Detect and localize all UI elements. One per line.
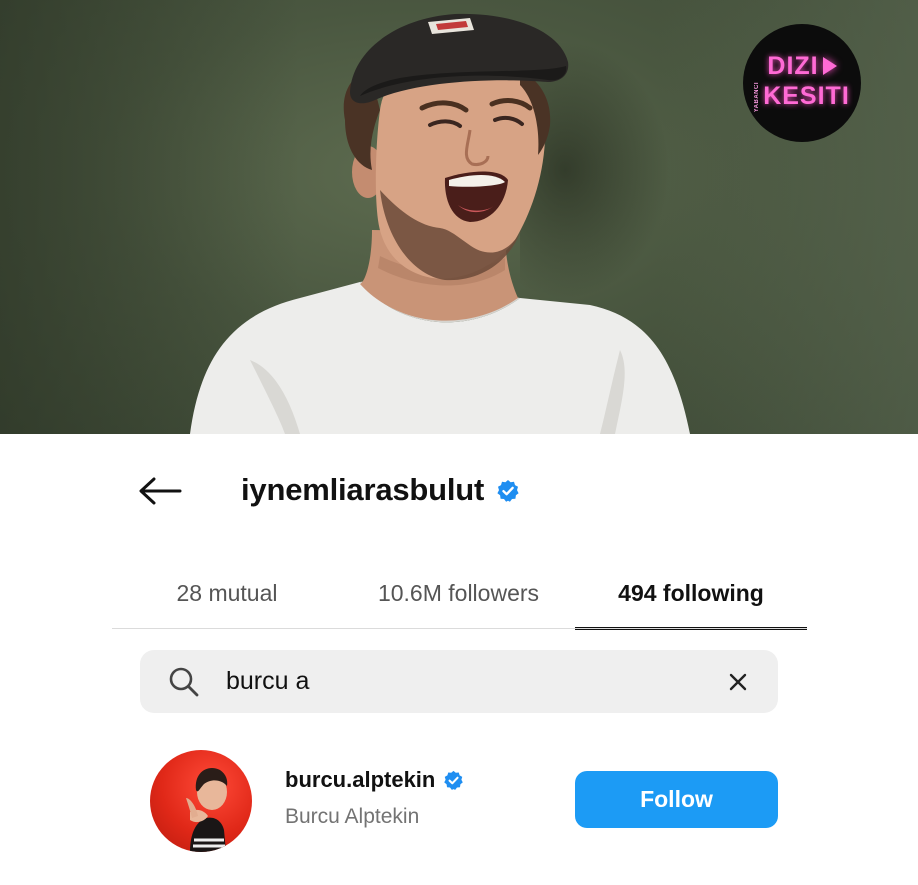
list-item[interactable]: burcu.alptekin Burcu Alptekin Follow [150, 747, 780, 853]
tabs-divider [112, 628, 807, 629]
search-icon [169, 667, 199, 696]
tab-following-label: 494 following [618, 579, 764, 606]
arrow-left-icon [139, 477, 182, 505]
brand-word-1: DIZI [767, 51, 819, 80]
follow-button[interactable]: Follow [575, 771, 778, 828]
profile-header: iynemliarasbulut [241, 470, 520, 510]
verified-badge-icon [444, 770, 464, 790]
clear-search-button[interactable] [718, 662, 758, 702]
tab-following[interactable]: 494 following [575, 558, 807, 630]
play-icon [822, 57, 837, 76]
back-button[interactable] [132, 468, 188, 514]
brand-watermark-logo: DIZI YABANCI KESITI [743, 24, 861, 142]
tab-followers[interactable]: 10.6M followers [342, 558, 575, 628]
result-username[interactable]: burcu.alptekin [285, 767, 435, 793]
search-input[interactable] [226, 661, 718, 702]
brand-word-2: KESITI [763, 82, 850, 111]
avatar-photo [186, 768, 228, 852]
profile-cover-photo: DIZI YABANCI KESITI [0, 0, 918, 434]
tab-mutual[interactable]: 28 mutual [112, 558, 342, 628]
close-icon [729, 673, 747, 690]
profile-username: iynemliarasbulut [241, 472, 485, 507]
tab-followers-label: 10.6M followers [377, 579, 540, 606]
result-name-row: burcu.alptekin [285, 767, 464, 793]
tab-mutual-label: 28 mutual [176, 579, 278, 606]
verified-badge-icon [497, 480, 519, 502]
search-bar [140, 650, 778, 713]
avatar[interactable] [150, 750, 252, 852]
result-full-name: Burcu Alptekin [285, 805, 420, 828]
follow-tabs: 28 mutual 10.6M followers 494 following [112, 558, 807, 630]
brand-tiny-text: YABANCI [754, 81, 761, 113]
